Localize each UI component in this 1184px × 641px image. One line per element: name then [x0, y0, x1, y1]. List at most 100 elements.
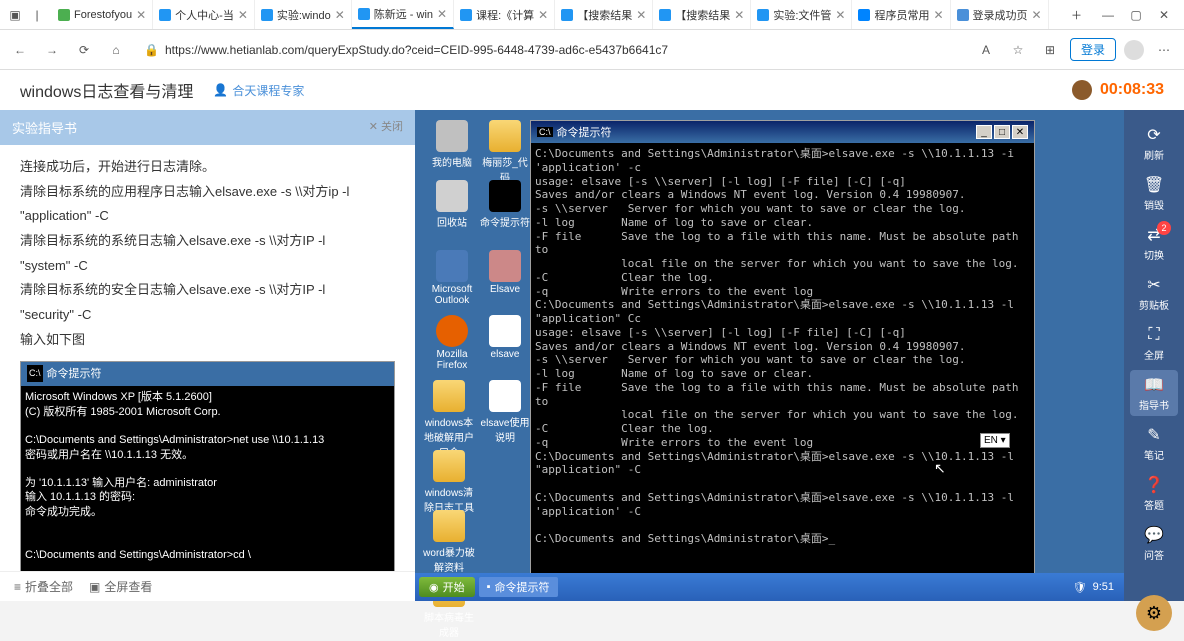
avatar[interactable] — [1124, 40, 1144, 60]
cmd-maximize-button[interactable]: □ — [994, 125, 1010, 139]
tab-actions-icon[interactable]: ▣ — [8, 8, 22, 22]
lock-icon: 🔒 — [144, 43, 159, 57]
clock-icon — [1072, 80, 1092, 100]
tab-close-icon[interactable]: ✕ — [238, 8, 248, 22]
guide-line: 清除目标系统的应用程序日志输入elsave.exe -s \\对方ip -l — [20, 180, 395, 205]
desktop-icon-firefox[interactable]: Mozilla Firefox — [427, 315, 477, 371]
cmd-window[interactable]: 命令提示符 _ □ ✕ C:\Documents and Settings\Ad… — [530, 120, 1035, 600]
maximize-button[interactable]: ▢ — [1128, 7, 1144, 23]
favorite-icon[interactable]: ☆ — [1006, 38, 1030, 62]
desktop-icon-mycomputer[interactable]: 我的电脑 — [427, 120, 477, 169]
taskbar[interactable]: ◉ 开始 ▪ 命令提示符 🛡 9:51 — [415, 573, 1124, 601]
tab-favicon-icon — [957, 9, 969, 21]
guide-line: "security" -C — [20, 303, 395, 328]
guide-icon: 📖 — [1144, 375, 1164, 395]
divider: | — [30, 8, 44, 22]
browser-tab[interactable]: 实验:windo✕ — [255, 0, 352, 29]
guide-line: 连接成功后，开始进行日志清除。 — [20, 155, 395, 180]
sidebar-item-quiz[interactable]: ❓答题 — [1130, 470, 1178, 516]
tab-close-icon[interactable]: ✕ — [734, 8, 744, 22]
tab-favicon-icon — [460, 9, 472, 21]
forward-button[interactable]: → — [40, 38, 64, 62]
system-tray[interactable]: 🛡 9:51 — [1067, 581, 1120, 594]
browser-tabs: Forestofyou✕个人中心-当✕实验:windo✕陈新远 - win✕课程… — [52, 0, 1065, 29]
sidebar-item-destroy[interactable]: 🗑销毁 — [1130, 170, 1178, 216]
ime-indicator[interactable]: EN ▾ — [980, 433, 1010, 448]
clipboard-icon: ✂ — [1144, 275, 1164, 295]
minimize-button[interactable]: ― — [1100, 7, 1116, 23]
sidebar-item-qa[interactable]: 💬问答 — [1130, 520, 1178, 566]
browser-tab[interactable]: 【搜索结果✕ — [653, 0, 751, 29]
browser-tab[interactable]: 个人中心-当✕ — [153, 0, 255, 29]
desktop-icon-winlocal[interactable]: windows本地破解用户口令 — [421, 380, 477, 459]
browser-tab[interactable]: 登录成功页✕ — [951, 0, 1049, 29]
browser-tab[interactable]: 程序员常用✕ — [852, 0, 950, 29]
desktop-icon-wordcrack[interactable]: word暴力破解资料 — [421, 510, 477, 574]
tab-close-icon[interactable]: ✕ — [636, 8, 646, 22]
tab-close-icon[interactable]: ✕ — [538, 8, 548, 22]
expert-link[interactable]: 👤 合天课程专家 — [213, 82, 304, 99]
back-button[interactable]: ← — [8, 38, 32, 62]
url-bar[interactable]: 🔒 https://www.hetianlab.com/queryExpStud… — [136, 43, 966, 57]
url-text: https://www.hetianlab.com/queryExpStudy.… — [165, 43, 668, 57]
login-button[interactable]: 登录 — [1070, 38, 1116, 61]
sidebar-item-refresh[interactable]: ⟳刷新 — [1130, 120, 1178, 166]
tab-favicon-icon — [858, 9, 870, 21]
menu-icon[interactable]: ⋯ — [1152, 38, 1176, 62]
cmd-close-button[interactable]: ✕ — [1012, 125, 1028, 139]
desktop-icon-cmdprompt[interactable]: 命令提示符 — [480, 180, 530, 229]
destroy-icon: 🗑 — [1144, 175, 1164, 195]
desktop-icon-meilisha[interactable]: 梅丽莎_代码 — [480, 120, 530, 184]
page-title: windows日志查看与清理 — [20, 78, 193, 102]
desktop-icon-elsave[interactable]: Elsave — [480, 250, 530, 295]
sidebar-item-fullscreen[interactable]: ⛶全屏 — [1130, 320, 1178, 366]
vm-desktop[interactable]: 我的电脑 梅丽莎_代码 回收站 命令提示符 Microsoft Outlook … — [415, 110, 1124, 601]
cmd-minimize-button[interactable]: _ — [976, 125, 992, 139]
desktop-icon-winclear[interactable]: windows清除日志工具 — [421, 450, 477, 514]
tab-favicon-icon — [561, 9, 573, 21]
guide-line: "system" -C — [20, 254, 395, 279]
start-button[interactable]: ◉ 开始 — [419, 577, 475, 597]
desktop-icon-outlook[interactable]: Microsoft Outlook — [427, 250, 477, 306]
browser-tab[interactable]: 陈新远 - win✕ — [352, 0, 454, 29]
browser-tab[interactable]: 课程:《计算✕ — [454, 0, 555, 29]
qa-icon: 💬 — [1144, 525, 1164, 545]
tab-close-icon[interactable]: ✕ — [437, 7, 447, 21]
cmd-window-titlebar[interactable]: 命令提示符 _ □ ✕ — [531, 121, 1034, 143]
close-button[interactable]: ✕ — [1156, 7, 1172, 23]
taskbar-item-cmd[interactable]: ▪ 命令提示符 — [479, 577, 558, 597]
desktop-icon-recyclebin[interactable]: 回收站 — [427, 180, 477, 229]
guide-line: 输入如下图 — [20, 328, 395, 353]
sidebar-item-switch[interactable]: ⇄切换2 — [1130, 220, 1178, 266]
fullscreen-view-button[interactable]: ▣ 全屏查看 — [89, 578, 152, 595]
browser-tab[interactable]: 【搜索结果✕ — [555, 0, 653, 29]
new-tab-button[interactable]: ＋ — [1065, 7, 1088, 23]
tab-close-icon[interactable]: ✕ — [835, 8, 845, 22]
home-button[interactable]: ⌂ — [104, 38, 128, 62]
tab-close-icon[interactable]: ✕ — [1032, 8, 1042, 22]
sidebar-item-notes[interactable]: ✎笔记 — [1130, 420, 1178, 466]
desktop-icon-elsave2[interactable]: elsave — [480, 315, 530, 360]
tab-close-icon[interactable]: ✕ — [335, 8, 345, 22]
guide-content: 连接成功后，开始进行日志清除。清除目标系统的应用程序日志输入elsave.exe… — [0, 145, 415, 571]
sidebar-item-guide[interactable]: 📖指导书 — [1130, 370, 1178, 416]
tray-icon[interactable]: 🛡 — [1073, 581, 1087, 594]
settings-gear-icon[interactable]: ⚙ — [1136, 595, 1172, 631]
sidebar-item-clipboard[interactable]: ✂剪贴板 — [1130, 270, 1178, 316]
cmd-window-content[interactable]: C:\Documents and Settings\Administrator\… — [531, 143, 1034, 550]
browser-tab[interactable]: 实验:文件管✕ — [751, 0, 852, 29]
browser-tab[interactable]: Forestofyou✕ — [52, 0, 153, 29]
tab-close-icon[interactable]: ✕ — [933, 8, 943, 22]
right-sidebar: ⟳刷新🗑销毁⇄切换2✂剪贴板⛶全屏📖指导书✎笔记❓答题💬问答⚙ — [1124, 110, 1184, 601]
refresh-button[interactable]: ⟳ — [72, 38, 96, 62]
collapse-all-button[interactable]: ≡ 折叠全部 — [14, 578, 73, 595]
read-aloud-icon[interactable]: A — [974, 38, 998, 62]
tab-close-icon[interactable]: ✕ — [136, 8, 146, 22]
close-guide-button[interactable]: ✕ 关闭 — [369, 118, 403, 137]
collections-icon[interactable]: ⊞ — [1038, 38, 1062, 62]
tab-favicon-icon — [659, 9, 671, 21]
fullscreen-icon: ⛶ — [1144, 325, 1164, 345]
desktop-icon-elsaveuse[interactable]: elsave使用说明 — [477, 380, 533, 444]
tab-favicon-icon — [58, 9, 70, 21]
person-icon: 👤 — [213, 83, 228, 97]
